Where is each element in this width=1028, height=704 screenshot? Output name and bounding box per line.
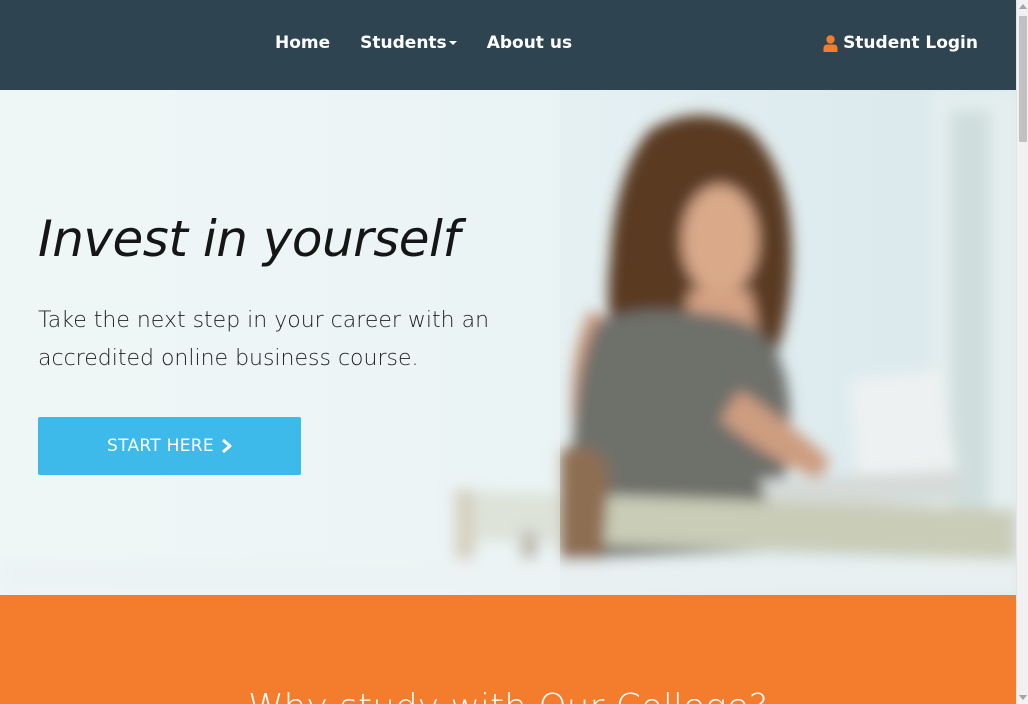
scrollbar-thumb[interactable] <box>1019 16 1027 142</box>
caret-down-icon <box>448 41 457 45</box>
start-here-label: START HERE <box>107 436 214 456</box>
scroll-up-arrow-icon[interactable] <box>1019 4 1027 9</box>
user-icon <box>823 34 838 52</box>
start-here-button[interactable]: START HERE <box>38 417 301 475</box>
nav-students-dropdown[interactable]: Students <box>360 33 457 53</box>
navbar: Home Students About us Student Login <box>0 0 1016 90</box>
hero-title: Invest in yourself <box>38 210 460 268</box>
nav-about-link[interactable]: About us <box>487 33 572 53</box>
student-login-label: Student Login <box>843 33 978 53</box>
page: Home Students About us Student Login Inv… <box>0 0 1028 704</box>
hero-subtitle: Take the next step in your career with a… <box>38 308 490 371</box>
nav-links: Home Students About us <box>275 33 572 53</box>
chevron-right-icon <box>221 439 232 453</box>
section-title: Why study with Our College? <box>0 687 1016 704</box>
scroll-down-arrow-icon[interactable] <box>1019 695 1027 700</box>
why-study-section: Why study with Our College? <box>0 595 1016 704</box>
nav-students-label: Students <box>360 33 447 53</box>
nav-home-link[interactable]: Home <box>275 33 330 53</box>
vertical-scrollbar[interactable] <box>1016 0 1028 704</box>
student-login-link[interactable]: Student Login <box>823 33 978 53</box>
hero-section: Invest in yourself Take the next step in… <box>0 90 1016 595</box>
